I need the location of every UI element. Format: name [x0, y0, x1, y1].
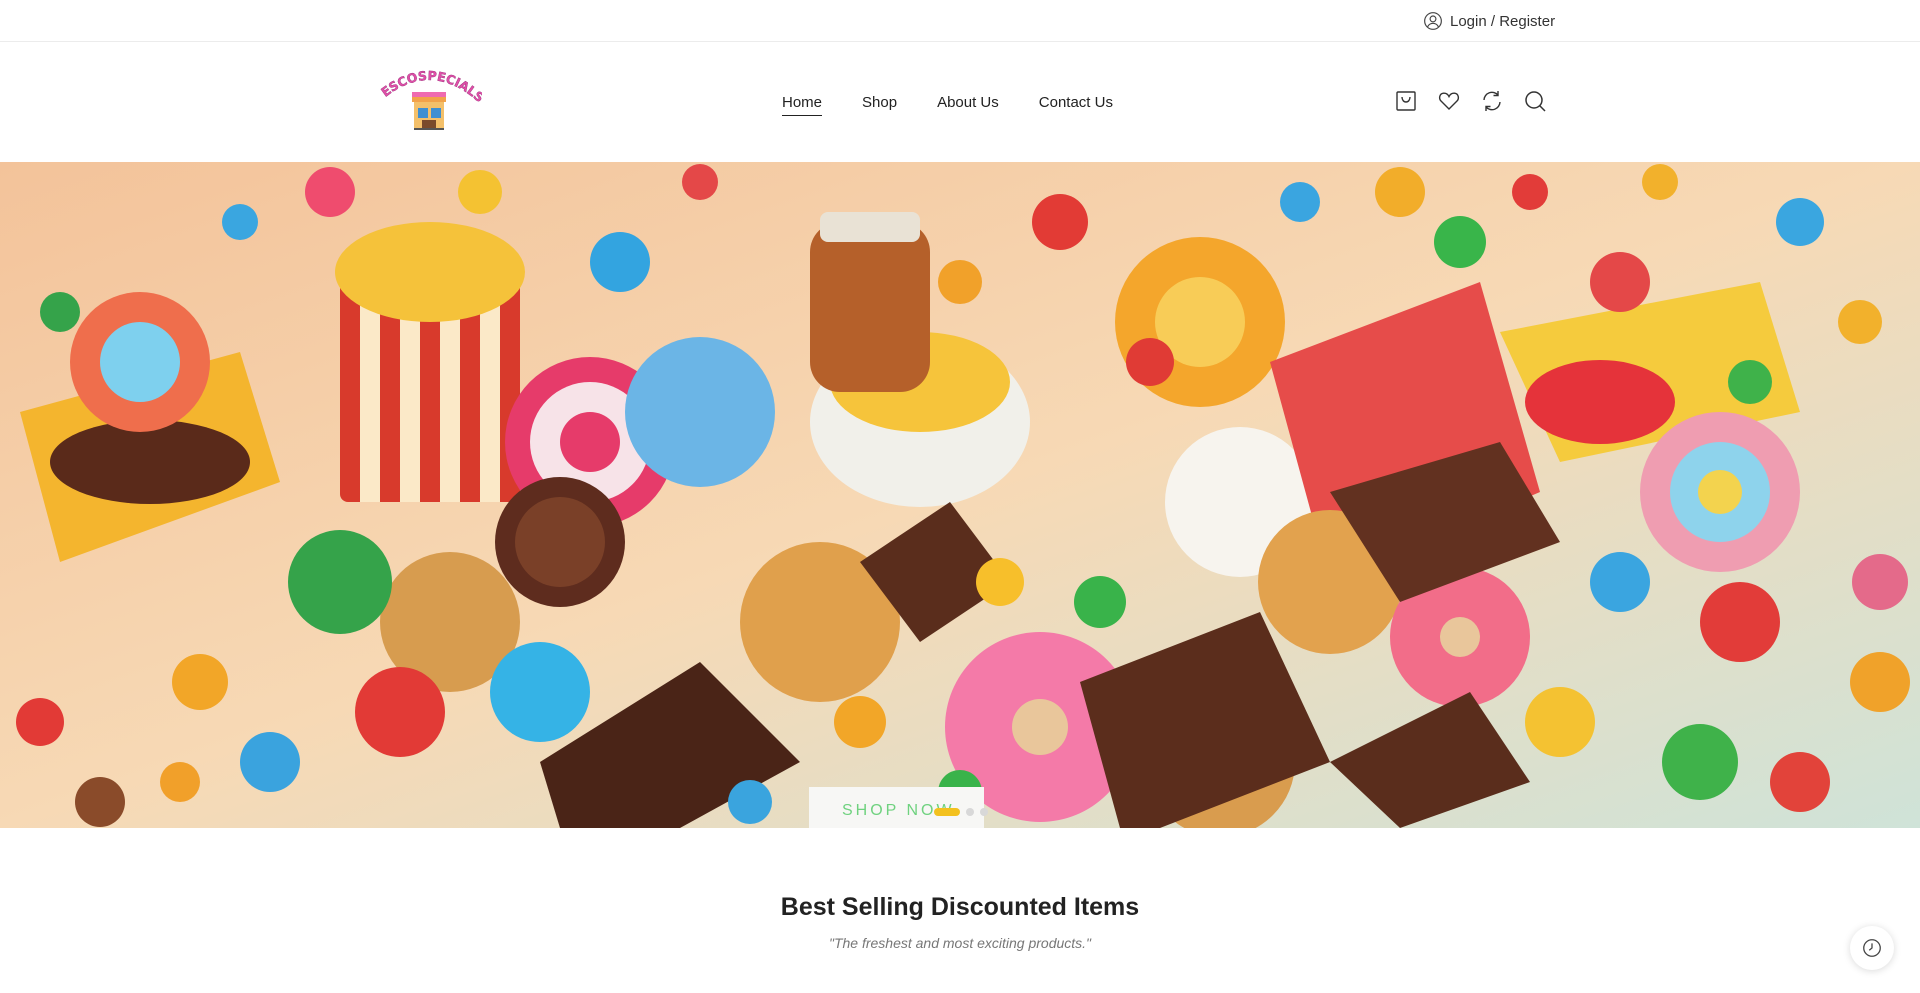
- login-register-link[interactable]: Login / Register: [1423, 11, 1555, 31]
- user-icon: [1424, 12, 1442, 30]
- site-logo[interactable]: TESCOSPECIALS: [376, 66, 482, 132]
- login-register-label: Login / Register: [1450, 12, 1556, 30]
- nav-home[interactable]: Home: [782, 94, 823, 116]
- history-button[interactable]: [1850, 926, 1894, 970]
- main-nav: Home Shop About Us Contact Us: [782, 94, 1113, 116]
- nav-about-us[interactable]: About Us: [937, 94, 999, 116]
- slide-dot-2[interactable]: [966, 808, 974, 816]
- cart-icon[interactable]: [1394, 89, 1418, 113]
- section-subtitle: "The freshest and most exciting products…: [828, 935, 1092, 951]
- heart-icon[interactable]: [1437, 89, 1461, 113]
- compare-icon[interactable]: [1480, 89, 1504, 113]
- top-bar: Login / Register: [0, 0, 1920, 42]
- header-icons: [1394, 89, 1547, 113]
- site-header: TESCOSPECIALS Home Shop About Us Contact…: [0, 42, 1920, 162]
- nav-shop[interactable]: Shop: [862, 94, 897, 116]
- slide-dot-3[interactable]: [980, 808, 988, 816]
- history-icon: [1863, 939, 1881, 957]
- slider-pagination: [934, 808, 988, 816]
- hero-image: [0, 162, 1920, 828]
- nav-contact-us[interactable]: Contact Us: [1039, 94, 1113, 116]
- hero-slider[interactable]: SHOP NOW: [0, 162, 1920, 828]
- section-title: Best Selling Discounted Items: [780, 893, 1140, 921]
- search-icon[interactable]: [1523, 89, 1547, 113]
- slide-dot-1[interactable]: [934, 808, 960, 816]
